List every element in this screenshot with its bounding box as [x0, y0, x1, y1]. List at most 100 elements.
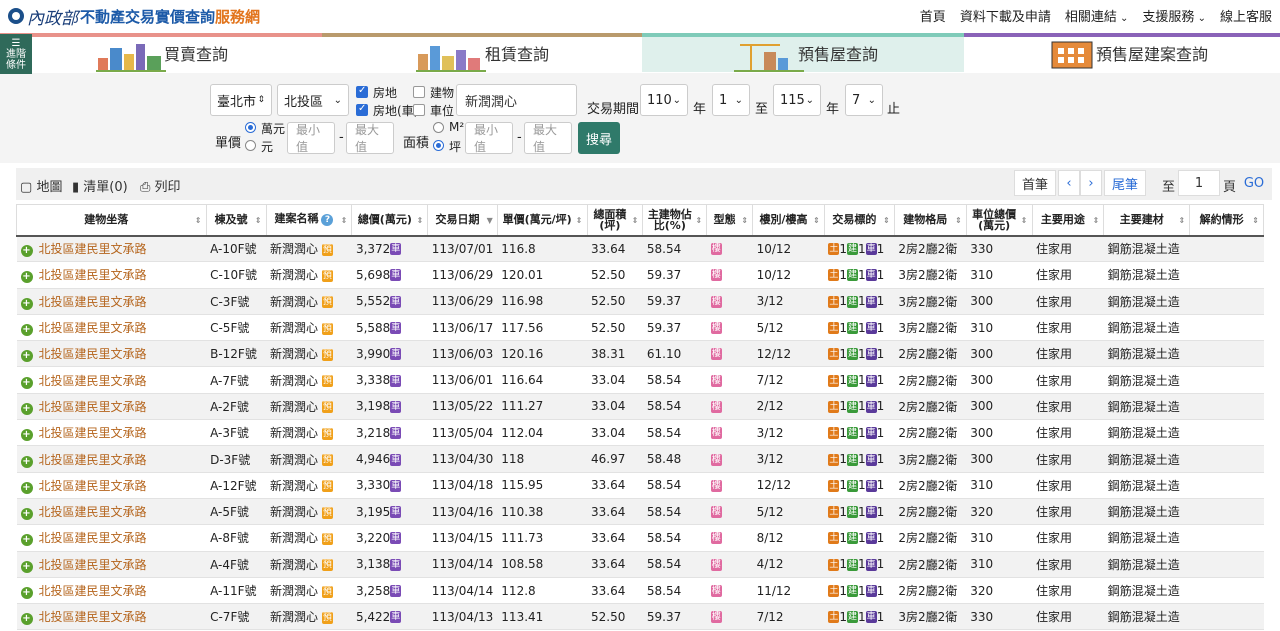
expand-icon[interactable]: +	[20, 245, 33, 258]
expand-icon[interactable]: +	[20, 350, 33, 363]
cell-address[interactable]: + 北投區建民里文承路	[16, 524, 207, 552]
expand-icon[interactable]: +	[20, 271, 33, 284]
column-header[interactable]: 主要用途 ⇕	[1031, 204, 1105, 237]
column-header[interactable]: 棟及號 ⇕	[205, 204, 267, 237]
cell-address[interactable]: + 北投區建民里文承路	[16, 393, 207, 421]
table-row[interactable]: + 北投區建民里文承路 A-2F號 新潤潤心 預 3,198車 113/05/22 111.…	[16, 393, 1264, 421]
sort-icon[interactable]: ⇕	[1021, 215, 1028, 226]
land-bldg-car-checkbox[interactable]	[356, 103, 368, 116]
table-row[interactable]: + 北投區建民里文承路 B-12F號 新潤潤心 預 3,990車 113/06/03 120…	[16, 340, 1264, 368]
sort-icon[interactable]: ⇕	[1179, 215, 1186, 226]
cell-address[interactable]: + 北投區建民里文承路	[16, 235, 207, 263]
table-row[interactable]: + 北投區建民里文承路 A-10F號 新潤潤心 預 3,372車 113/07/01 116…	[16, 235, 1264, 263]
column-header[interactable]: 解約情形 ⇕	[1189, 204, 1264, 237]
cell-address[interactable]: + 北投區建民里文承路	[16, 340, 207, 368]
cell-address[interactable]: + 北投區建民里文承路	[16, 314, 207, 342]
search-button[interactable]: 搜尋	[578, 122, 620, 154]
column-header[interactable]: 樓別/樓高 ⇕	[752, 204, 825, 237]
unit-wan-radio[interactable]	[245, 122, 256, 133]
unit-price-max-input[interactable]: 最大值	[346, 122, 394, 154]
cell-address[interactable]: + 北投區建民里文承路	[16, 472, 207, 499]
table-row[interactable]: + 北投區建民里文承路 A-8F號 新潤潤心 預 3,220車 113/04/15 111.…	[16, 524, 1264, 552]
sort-icon[interactable]: ⇕	[255, 215, 262, 226]
sort-icon[interactable]: ⇕	[195, 215, 202, 226]
sort-icon[interactable]: ▼	[487, 215, 493, 226]
expand-icon[interactable]: +	[20, 376, 33, 389]
sort-icon[interactable]: ⇕	[1093, 215, 1100, 226]
cell-address[interactable]: + 北投區建民里文承路	[16, 261, 207, 289]
cell-address[interactable]: + 北投區建民里文承路	[16, 551, 207, 578]
column-header[interactable]: 交易標的 ⇕	[823, 204, 895, 237]
column-header[interactable]: 主建物佔比(%) ⇕	[642, 204, 708, 237]
expand-icon[interactable]: +	[20, 324, 33, 337]
cell-address[interactable]: + 北投區建民里文承路	[16, 577, 207, 605]
help-icon[interactable]: ?	[321, 214, 334, 227]
area-min-input[interactable]: 最小值	[465, 122, 513, 154]
sort-icon[interactable]: ⇕	[1252, 215, 1259, 226]
sort-icon[interactable]: ⇕	[696, 215, 703, 226]
sort-icon[interactable]: ⇕	[576, 215, 583, 226]
area-max-input[interactable]: 最大值	[524, 122, 572, 154]
column-header[interactable]: 建案名稱? ⇕	[265, 204, 353, 237]
expand-icon[interactable]: +	[20, 613, 33, 626]
expand-icon[interactable]: +	[20, 560, 33, 573]
unit-yuan-radio[interactable]	[245, 140, 256, 151]
nav-download[interactable]: 資料下載及申請	[960, 6, 1051, 25]
cell-address[interactable]: + 北投區建民里文承路	[16, 445, 207, 473]
keyword-input[interactable]: 新潤潤心	[456, 84, 577, 116]
table-row[interactable]: + 北投區建民里文承路 C-10F號 新潤潤心 預 5,698車 113/06/29 120…	[16, 261, 1264, 289]
from-year-select[interactable]: 110 ⌄	[640, 84, 688, 116]
column-header[interactable]: 建物格局 ⇕	[893, 204, 967, 237]
nav-support[interactable]: 支援服務	[1142, 6, 1206, 25]
sort-icon[interactable]: ⇕	[883, 215, 890, 226]
column-header[interactable]: 交易日期 ▼	[427, 204, 498, 237]
last-page-button[interactable]: 尾筆	[1104, 170, 1146, 196]
first-page-button[interactable]: 首筆	[1014, 170, 1056, 196]
map-button[interactable]: ▢ 地圖	[20, 176, 62, 195]
table-row[interactable]: + 北投區建民里文承路 D-3F號 新潤潤心 預 4,946車 113/04/30 118 4…	[16, 445, 1264, 473]
column-header[interactable]: 單價(萬元/坪) ⇕	[496, 204, 588, 237]
column-header[interactable]: 主要建材 ⇕	[1103, 204, 1191, 237]
expand-icon[interactable]: +	[20, 455, 33, 468]
cell-address[interactable]: + 北投區建民里文承路	[16, 603, 207, 631]
sort-icon[interactable]: ⇕	[813, 215, 820, 226]
table-row[interactable]: + 北投區建民里文承路 A-12F號 新潤潤心 預 3,330車 113/04/18 115…	[16, 472, 1264, 499]
district-select[interactable]: 北投區 ⌄	[277, 84, 349, 116]
bldg-checkbox[interactable]	[413, 86, 425, 98]
city-select[interactable]: 臺北市 ⇕	[210, 84, 272, 116]
table-row[interactable]: + 北投區建民里文承路 A-11F號 新潤潤心 預 3,258車 113/04/14 112…	[16, 577, 1264, 605]
column-header[interactable]: 總面積(坪) ⇕	[586, 204, 644, 237]
table-row[interactable]: + 北投區建民里文承路 A-3F號 新潤潤心 預 3,218車 113/05/04 112.…	[16, 419, 1264, 447]
column-header[interactable]: 建物坐落 ⇕	[16, 204, 207, 237]
column-header[interactable]: 總價(萬元) ⇕	[351, 204, 429, 237]
page-input[interactable]: 1	[1178, 170, 1220, 196]
to-month-select[interactable]: 7 ⌄	[845, 84, 883, 116]
sort-icon[interactable]: ⇕	[341, 215, 348, 226]
cell-address[interactable]: + 北投區建民里文承路	[16, 419, 207, 447]
go-button[interactable]: GO	[1236, 170, 1272, 196]
tab-rent[interactable]: 租賃查詢	[322, 33, 642, 72]
expand-icon[interactable]: +	[20, 297, 33, 310]
table-row[interactable]: + 北投區建民里文承路 C-5F號 新潤潤心 預 5,588車 113/06/17 117.…	[16, 314, 1264, 342]
cell-address[interactable]: + 北投區建民里文承路	[16, 366, 207, 394]
table-row[interactable]: + 北投區建民里文承路 A-7F號 新潤潤心 預 3,338車 113/06/01 116.…	[16, 366, 1264, 394]
expand-icon[interactable]: +	[20, 508, 33, 521]
tab-presale[interactable]: 預售屋查詢	[642, 33, 964, 72]
cell-address[interactable]: + 北投區建民里文承路	[16, 498, 207, 526]
table-row[interactable]: + 北投區建民里文承路 A-5F號 新潤潤心 預 3,195車 113/04/16 110.…	[16, 498, 1264, 526]
to-year-select[interactable]: 115 ⌄	[773, 84, 821, 116]
sort-icon[interactable]: ⇕	[955, 215, 962, 226]
area-ping-radio[interactable]	[433, 140, 444, 151]
list-button[interactable]: ▮ 清單(0)	[72, 176, 128, 195]
expand-icon[interactable]: +	[20, 587, 33, 599]
column-header[interactable]: 型態 ⇕	[706, 204, 754, 237]
nav-home[interactable]: 首頁	[920, 6, 946, 25]
from-month-select[interactable]: 1 ⌄	[712, 84, 750, 116]
expand-icon[interactable]: +	[20, 534, 33, 547]
table-row[interactable]: + 北投區建民里文承路 C-7F號 新潤潤心 預 5,422車 113/04/13 113.…	[16, 603, 1264, 631]
column-header[interactable]: 車位總價(萬元) ⇕	[965, 204, 1033, 237]
cell-address[interactable]: + 北投區建民里文承路	[16, 288, 207, 315]
expand-icon[interactable]: +	[20, 429, 33, 442]
land-bldg-checkbox[interactable]	[356, 85, 368, 98]
nav-service[interactable]: 線上客服	[1220, 6, 1272, 25]
